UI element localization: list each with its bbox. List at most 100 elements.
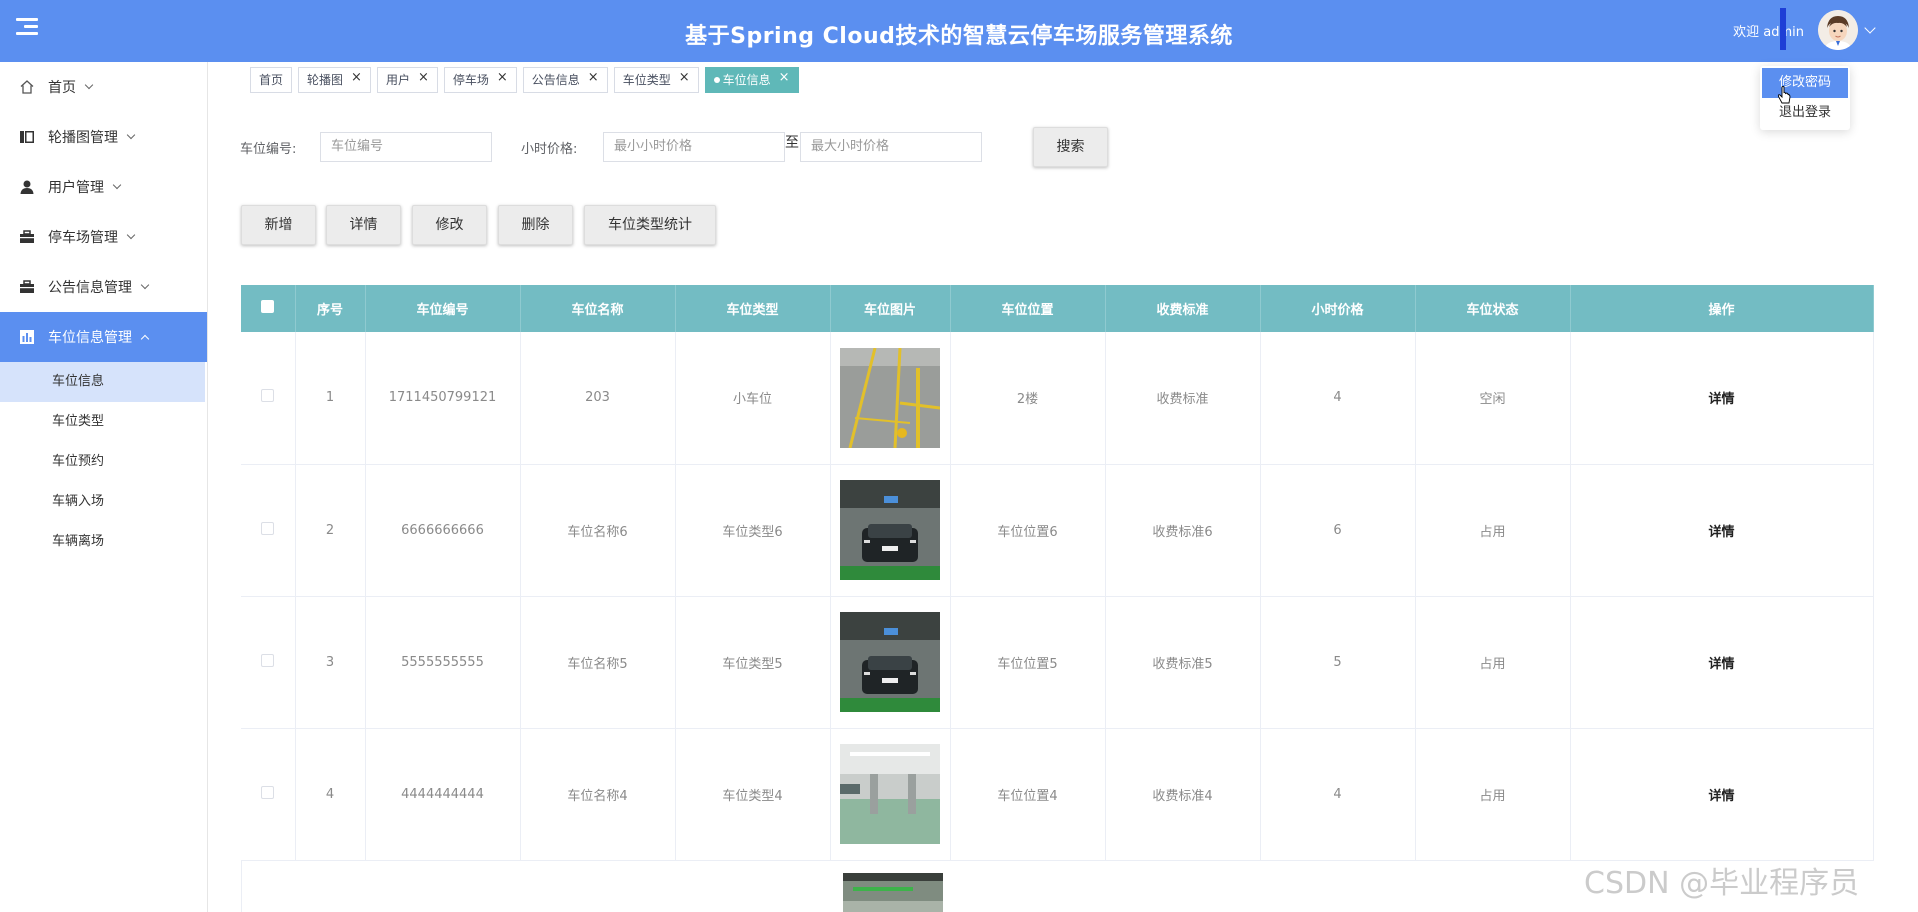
cell-location: 车位位置4 bbox=[950, 728, 1106, 861]
sidebar-subitem-reservation[interactable]: 车位预约 bbox=[0, 442, 207, 482]
close-icon[interactable]: × bbox=[418, 66, 429, 90]
tab-home[interactable]: 首页 bbox=[250, 67, 293, 93]
close-icon[interactable]: × bbox=[679, 66, 690, 90]
header-name: 车位名称 bbox=[520, 285, 676, 332]
sidebar-item-parking[interactable]: 停车场管理 bbox=[0, 212, 207, 262]
space-thumbnail[interactable] bbox=[840, 347, 940, 448]
avatar[interactable] bbox=[1818, 10, 1858, 50]
table-row: 4 4444444444 车位名称4 车位类型4 车位位置4 收费标准4 4 占… bbox=[241, 728, 1874, 861]
header-operation: 操作 bbox=[1570, 285, 1874, 332]
chevron-down-icon[interactable] bbox=[1864, 22, 1876, 34]
tab-label: 车位信息 bbox=[722, 73, 771, 87]
home-icon bbox=[18, 78, 36, 96]
detail-button[interactable]: 详情 bbox=[326, 205, 401, 245]
row-checkbox[interactable] bbox=[241, 332, 296, 465]
header-no: 序号 bbox=[295, 285, 366, 332]
cell-code: 6666666666 bbox=[365, 464, 521, 597]
sidebar-subitem-space-type[interactable]: 车位类型 bbox=[0, 402, 207, 442]
chart-icon bbox=[18, 328, 36, 346]
cell-location: 车位位置5 bbox=[950, 596, 1106, 729]
hand-cursor-icon bbox=[1777, 86, 1791, 104]
search-button[interactable]: 搜索 bbox=[1033, 127, 1108, 167]
detail-link[interactable]: 详情 bbox=[1570, 728, 1874, 861]
sidebar-item-label: 停车场管理 bbox=[48, 230, 118, 246]
space-thumbnail[interactable] bbox=[840, 744, 940, 844]
tab-users[interactable]: 用户 × bbox=[376, 66, 438, 93]
sidebar-item-announcement[interactable]: 公告信息管理 bbox=[0, 262, 207, 312]
hourly-price-label: 小时价格: bbox=[521, 142, 578, 157]
cell-name: 车位名称6 bbox=[520, 464, 676, 597]
sidebar-subitem-vehicle-exit[interactable]: 车辆离场 bbox=[0, 522, 207, 562]
parking-space-table: 序号 车位编号 车位名称 车位类型 车位图片 车位位置 收费标准 小时价格 车位… bbox=[241, 285, 1874, 861]
row-checkbox[interactable] bbox=[241, 464, 296, 597]
min-price-input[interactable]: 最小小时价格 bbox=[603, 132, 785, 162]
tab-space-type[interactable]: 车位类型 × bbox=[613, 66, 699, 93]
row-checkbox[interactable] bbox=[241, 596, 296, 729]
cell-type: 车位类型4 bbox=[675, 728, 831, 861]
select-all-checkbox[interactable] bbox=[241, 285, 296, 332]
header-type: 车位类型 bbox=[675, 285, 831, 332]
cell-fee: 收费标准5 bbox=[1105, 596, 1261, 729]
chevron-down-icon bbox=[140, 280, 150, 290]
sidebar: 首页 轮播图管理 用户管理 停车场管理 公告信息管理 车位信息管理 车位信息 车… bbox=[0, 62, 208, 912]
change-password-item[interactable]: 修改密码 bbox=[1762, 68, 1848, 98]
delete-button[interactable]: 删除 bbox=[498, 205, 573, 245]
header-image: 车位图片 bbox=[830, 285, 951, 332]
tab-label: 首页 bbox=[259, 73, 284, 87]
sidebar-item-home[interactable]: 首页 bbox=[0, 62, 207, 112]
sidebar-item-label: 用户管理 bbox=[48, 180, 104, 196]
detail-link[interactable]: 详情 bbox=[1570, 464, 1874, 597]
sidebar-item-space-info[interactable]: 车位信息管理 bbox=[0, 312, 207, 362]
sidebar-subitem-vehicle-entry[interactable]: 车辆入场 bbox=[0, 482, 207, 522]
close-icon[interactable]: × bbox=[588, 66, 599, 90]
detail-link[interactable]: 详情 bbox=[1570, 332, 1874, 465]
announcement-icon bbox=[18, 278, 36, 296]
cell-price: 5 bbox=[1260, 596, 1416, 729]
cell-type: 车位类型6 bbox=[675, 464, 831, 597]
sidebar-subitem-space-info[interactable]: 车位信息 bbox=[0, 362, 205, 402]
cell-no: 3 bbox=[295, 596, 366, 729]
cell-status: 占用 bbox=[1415, 596, 1571, 729]
tab-label: 公告信息 bbox=[531, 73, 580, 87]
edit-button[interactable]: 修改 bbox=[412, 205, 487, 245]
detail-link[interactable]: 详情 bbox=[1570, 596, 1874, 729]
tab-announcement[interactable]: 公告信息 × bbox=[522, 66, 608, 93]
user-icon bbox=[18, 178, 36, 196]
close-icon[interactable]: × bbox=[497, 66, 508, 90]
tab-carousel[interactable]: 轮播图 × bbox=[298, 67, 371, 93]
cell-image bbox=[830, 728, 951, 861]
close-icon[interactable]: × bbox=[351, 66, 362, 90]
carousel-icon bbox=[18, 128, 36, 146]
sidebar-item-users[interactable]: 用户管理 bbox=[0, 162, 207, 212]
cell-fee: 收费标准 bbox=[1105, 332, 1261, 465]
cell-code: 4444444444 bbox=[365, 728, 521, 861]
logout-item[interactable]: 退出登录 bbox=[1760, 98, 1850, 128]
space-type-stats-button[interactable]: 车位类型统计 bbox=[584, 205, 716, 245]
tab-label: 车位类型 bbox=[622, 73, 671, 87]
tab-label: 用户 bbox=[385, 73, 410, 87]
space-thumbnail[interactable] bbox=[840, 612, 940, 712]
space-code-input[interactable]: 车位编号 bbox=[320, 132, 492, 162]
cell-no: 1 bbox=[295, 332, 366, 465]
add-button[interactable]: 新增 bbox=[241, 205, 316, 245]
space-code-label: 车位编号: bbox=[240, 142, 297, 157]
top-header: 基于Spring Cloud技术的智慧云停车场服务管理系统 欢迎 admin bbox=[0, 0, 1918, 62]
space-thumbnail[interactable] bbox=[840, 480, 940, 580]
watermark: CSDN @毕业程序员 bbox=[1584, 866, 1860, 901]
cell-type: 车位类型5 bbox=[675, 596, 831, 729]
chevron-down-icon bbox=[126, 130, 136, 140]
tab-parking[interactable]: 停车场 × bbox=[443, 66, 517, 93]
close-icon[interactable]: × bbox=[779, 66, 790, 90]
welcome-text: 欢迎 admin bbox=[1733, 24, 1804, 40]
cell-location: 2楼 bbox=[950, 332, 1106, 465]
cell-code: 1711450799121 bbox=[365, 332, 521, 465]
cell-no: 4 bbox=[295, 728, 366, 861]
cell-location: 车位位置6 bbox=[950, 464, 1106, 597]
sidebar-item-carousel[interactable]: 轮播图管理 bbox=[0, 112, 207, 162]
max-price-input[interactable]: 最大小时价格 bbox=[800, 132, 982, 162]
tab-space-info[interactable]: 车位信息 × bbox=[704, 66, 799, 93]
row-checkbox[interactable] bbox=[241, 728, 296, 861]
cell-status: 占用 bbox=[1415, 728, 1571, 861]
table-header-row: 序号 车位编号 车位名称 车位类型 车位图片 车位位置 收费标准 小时价格 车位… bbox=[241, 285, 1874, 332]
user-menu[interactable]: 欢迎 admin bbox=[1733, 10, 1876, 50]
